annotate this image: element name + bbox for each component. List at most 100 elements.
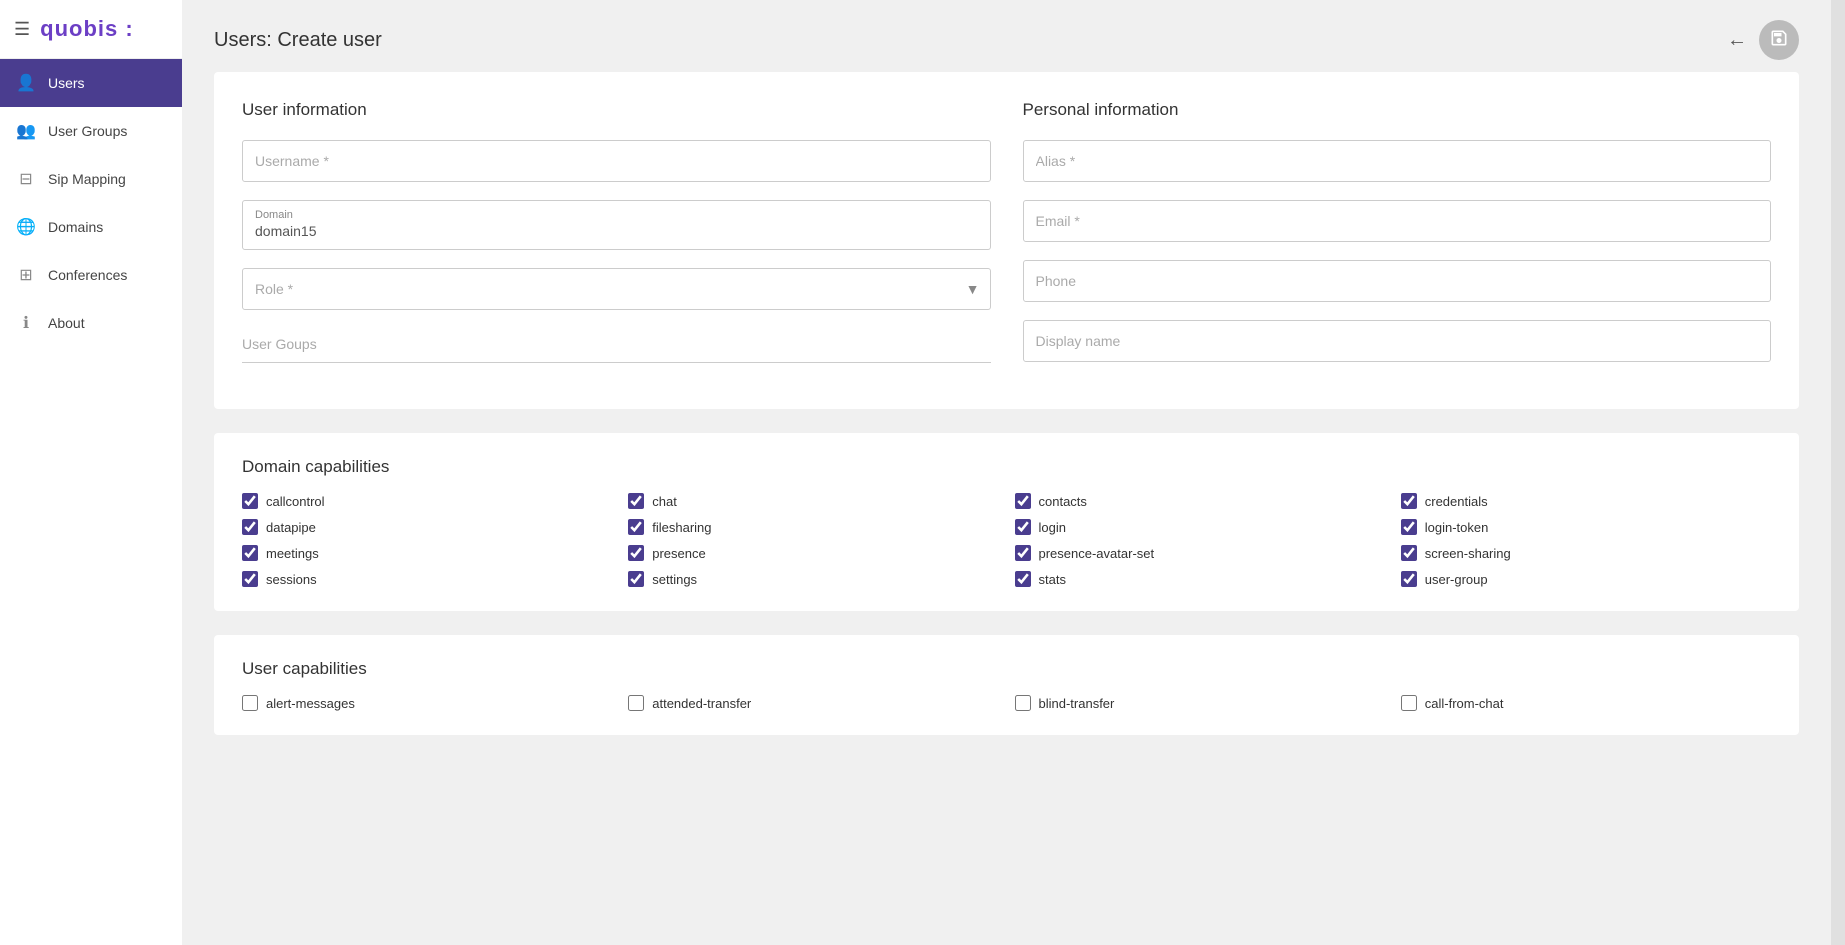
cap-label: settings [652,572,697,587]
save-icon [1769,28,1789,53]
cap-label: presence [652,546,705,561]
alias-field-group [1023,140,1772,182]
user-information-section: User information Domain Role * [242,100,991,381]
cap-checkbox[interactable] [1401,545,1417,561]
cap-label: datapipe [266,520,316,535]
sidebar-item-user-groups[interactable]: 👥 User Groups [0,107,182,155]
cap-checkbox[interactable] [242,571,258,587]
domain-capabilities-container: Domain capabilities callcontrol chat con… [214,433,1799,611]
form-two-col: User information Domain Role * [242,100,1771,381]
cap-checkbox[interactable] [628,493,644,509]
user-cap-checkbox[interactable] [1401,695,1417,711]
domain-cap-item: credentials [1401,493,1771,509]
user-cap-grid: alert-messages attended-transfer blind-t… [242,695,1771,711]
role-field-group: Role * ▼ [242,268,991,310]
user-cap-label: alert-messages [266,696,355,711]
user-cap-item: blind-transfer [1015,695,1385,711]
cap-checkbox[interactable] [628,519,644,535]
cap-checkbox[interactable] [1401,493,1417,509]
user-cap-checkbox[interactable] [242,695,258,711]
user-cap-item: attended-transfer [628,695,998,711]
cap-checkbox[interactable] [1401,519,1417,535]
domain-cap-item: login [1015,519,1385,535]
user-cap-label: call-from-chat [1425,696,1504,711]
sip-mapping-icon: ⊟ [16,169,36,189]
page-title: Users: Create user [214,29,382,52]
user-cap-item: call-from-chat [1401,695,1771,711]
user-groups-wrapper [242,328,991,363]
domain-label: Domain [255,209,978,221]
sidebar-label-users: Users [48,75,85,91]
user-groups-field-group [242,328,991,363]
cap-checkbox[interactable] [628,545,644,561]
cap-label: screen-sharing [1425,546,1511,561]
phone-field-group [1023,260,1772,302]
cap-checkbox[interactable] [1015,571,1031,587]
cap-label: login-token [1425,520,1489,535]
cap-label: callcontrol [266,494,325,509]
user-cap-checkbox[interactable] [1015,695,1031,711]
cap-label: meetings [266,546,319,561]
domains-icon: 🌐 [16,217,36,237]
domain-cap-item: contacts [1015,493,1385,509]
sidebar-item-sip-mapping[interactable]: ⊟ Sip Mapping [0,155,182,203]
cap-checkbox[interactable] [242,545,258,561]
domain-cap-item: user-group [1401,571,1771,587]
user-groups-input[interactable] [242,336,991,352]
domain-cap-item: datapipe [242,519,612,535]
cap-checkbox[interactable] [628,571,644,587]
domain-cap-item: chat [628,493,998,509]
save-button[interactable] [1759,20,1799,60]
cap-checkbox[interactable] [1015,545,1031,561]
user-form-container: User information Domain Role * [214,72,1799,409]
sidebar-label-domains: Domains [48,219,103,235]
personal-information-section: Personal information [1023,100,1772,381]
domain-cap-item: screen-sharing [1401,545,1771,561]
about-icon: ℹ [16,313,36,333]
cap-label: contacts [1039,494,1087,509]
display-name-field-group [1023,320,1772,362]
sidebar-item-users[interactable]: 👤 Users [0,59,182,107]
email-input[interactable] [1023,200,1772,242]
user-cap-title: User capabilities [242,659,1771,679]
users-icon: 👤 [16,73,36,93]
domain-cap-grid: callcontrol chat contacts credentials da… [242,493,1771,587]
domain-cap-item: login-token [1401,519,1771,535]
user-cap-checkbox[interactable] [628,695,644,711]
username-input[interactable] [242,140,991,182]
sidebar-item-domains[interactable]: 🌐 Domains [0,203,182,251]
cap-checkbox[interactable] [242,519,258,535]
phone-input[interactable] [1023,260,1772,302]
conferences-icon: ⊞ [16,265,36,285]
domain-cap-item: settings [628,571,998,587]
hamburger-icon[interactable]: ☰ [14,19,30,40]
top-bar: Users: Create user ← [182,0,1831,72]
cap-label: stats [1039,572,1066,587]
back-button[interactable]: ← [1727,29,1747,52]
cap-label: filesharing [652,520,711,535]
domain-cap-item: stats [1015,571,1385,587]
alias-input[interactable] [1023,140,1772,182]
role-select[interactable]: Role * [243,269,990,309]
domain-input[interactable] [255,223,978,239]
domain-cap-item: presence [628,545,998,561]
domain-cap-item: presence-avatar-set [1015,545,1385,561]
username-field-group [242,140,991,182]
sidebar-item-conferences[interactable]: ⊞ Conferences [0,251,182,299]
user-cap-item: alert-messages [242,695,612,711]
sidebar-label-conferences: Conferences [48,267,127,283]
sidebar-item-about[interactable]: ℹ About [0,299,182,347]
cap-checkbox[interactable] [242,493,258,509]
user-capabilities-container: User capabilities alert-messages attende… [214,635,1799,735]
email-field-group [1023,200,1772,242]
display-name-input[interactable] [1023,320,1772,362]
cap-label: credentials [1425,494,1488,509]
cap-checkbox[interactable] [1015,493,1031,509]
sidebar-header: ☰ quobis : [0,0,182,59]
cap-checkbox[interactable] [1015,519,1031,535]
scrollbar-track [1831,0,1845,945]
domain-cap-item: meetings [242,545,612,561]
user-groups-icon: 👥 [16,121,36,141]
cap-checkbox[interactable] [1401,571,1417,587]
domain-cap-title: Domain capabilities [242,457,1771,477]
